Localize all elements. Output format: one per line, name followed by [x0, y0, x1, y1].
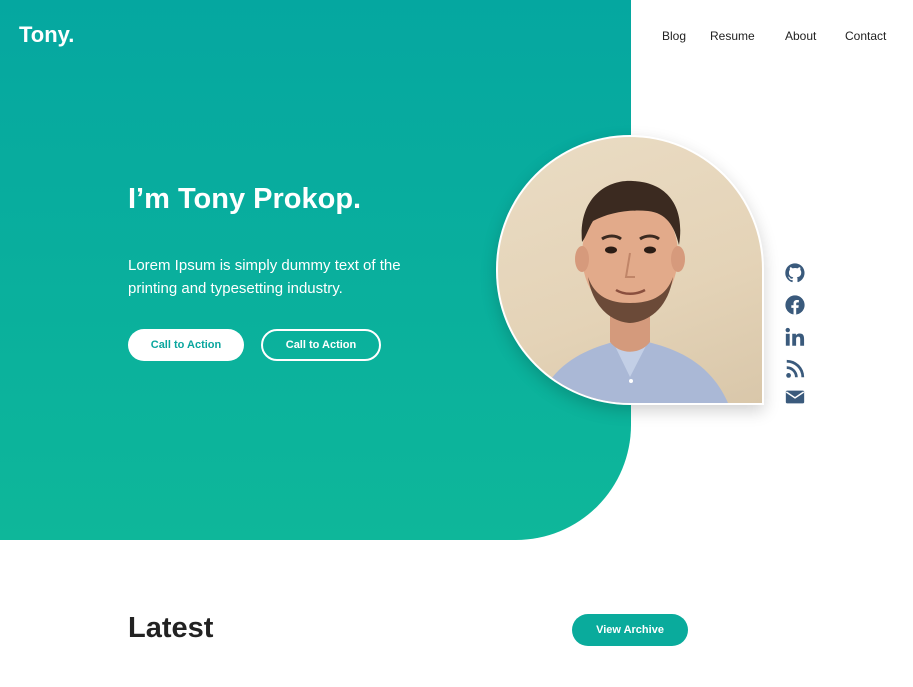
nav-item-resume[interactable]: Resume: [710, 29, 755, 43]
hero-subtext: Lorem Ipsum is simply dummy text of the …: [128, 257, 401, 297]
nav-item-about[interactable]: About: [785, 29, 816, 43]
call-to-action-primary-button[interactable]: Call to Action: [128, 329, 244, 361]
main-nav: Blog Resume About Contact: [0, 29, 913, 45]
call-to-action-secondary-button[interactable]: Call to Action: [261, 329, 381, 361]
linkedin-icon[interactable]: [784, 326, 806, 348]
profile-photo-frame: [496, 135, 764, 405]
nav-item-blog[interactable]: Blog: [662, 29, 686, 43]
facebook-icon[interactable]: [784, 294, 806, 316]
nav-item-contact[interactable]: Contact: [845, 29, 886, 43]
hero-headline: I’m Tony Prokop.: [128, 183, 362, 215]
rss-icon[interactable]: [784, 358, 806, 380]
github-icon[interactable]: [784, 262, 806, 284]
profile-photo: [498, 137, 762, 403]
latest-heading: Latest: [128, 612, 214, 644]
email-icon[interactable]: [784, 386, 806, 408]
portrait-illustration: [538, 180, 728, 403]
view-archive-button[interactable]: View Archive: [572, 614, 688, 646]
